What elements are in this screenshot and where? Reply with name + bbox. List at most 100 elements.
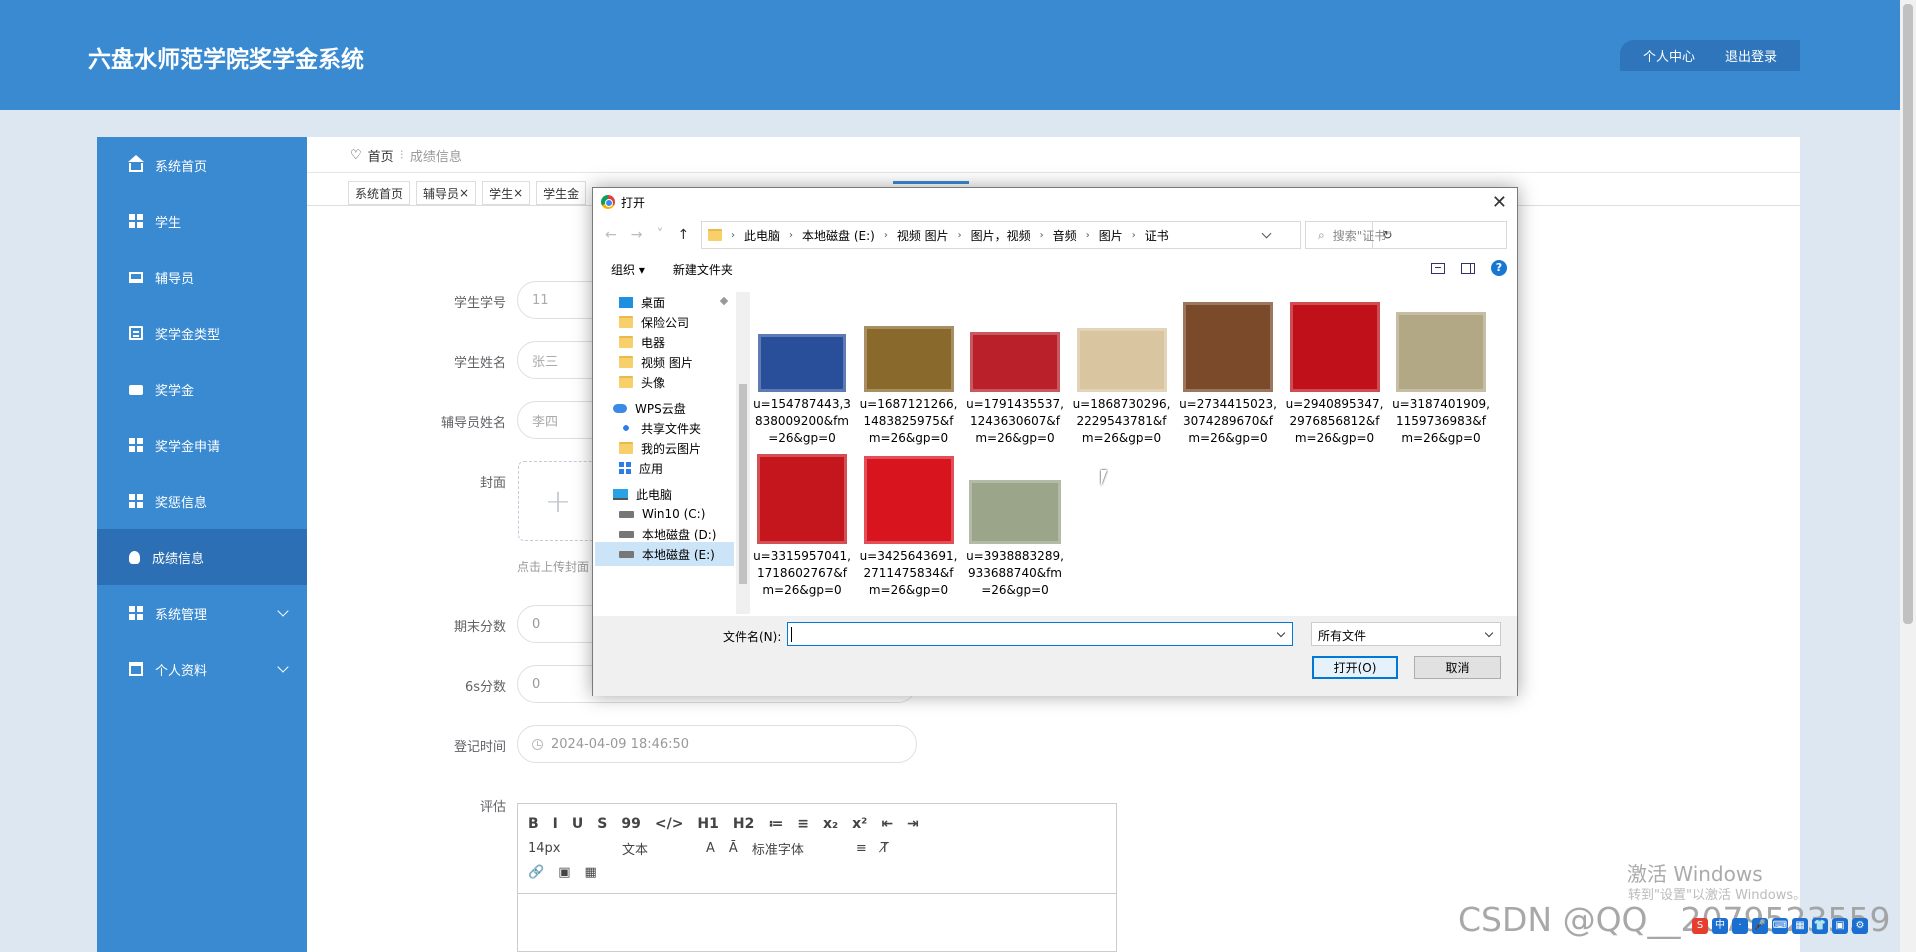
- rich-text-editor[interactable]: B I U S 99 </> H1 H2 ≔ ≡ x₂ x² ⇤ ⇥ 14px 文本 A Ā 标准字体 ≡…: [517, 803, 1117, 952]
- sidebar-item-grades[interactable]: 成绩信息: [97, 529, 307, 585]
- text-type-select[interactable]: 文本: [622, 839, 692, 858]
- tray-icon[interactable]: S: [1692, 918, 1708, 934]
- link-icon[interactable]: 🔗: [528, 865, 544, 880]
- font-family-select[interactable]: 标准字体: [752, 839, 842, 858]
- sidebar-item-home[interactable]: 系统首页: [97, 137, 307, 193]
- italic-button[interactable]: I: [553, 816, 558, 832]
- address-crumb[interactable]: 图片，视频: [971, 227, 1031, 244]
- tree-item[interactable]: 本地磁盘 (E:): [595, 542, 734, 566]
- outdent-button[interactable]: ⇤: [881, 816, 893, 832]
- chevron-down-icon[interactable]: [1261, 228, 1272, 239]
- subscript-button[interactable]: x₂: [823, 816, 838, 832]
- font-size-select[interactable]: 14px: [528, 841, 608, 856]
- file-item[interactable]: u=154787443,3 838009200&fm =26&gp=0: [753, 334, 851, 447]
- filename-input[interactable]: [787, 622, 1293, 646]
- up-icon[interactable]: ↑: [677, 227, 689, 243]
- tree-item[interactable]: 应用: [595, 456, 734, 480]
- tray-icon[interactable]: ⌨: [1772, 918, 1788, 934]
- preview-pane-icon[interactable]: [1461, 262, 1475, 274]
- sidebar-item-profile[interactable]: 个人资料: [97, 641, 307, 697]
- strikethrough-button[interactable]: S: [597, 816, 607, 832]
- file-item[interactable]: u=3938883289, 933688740&fm =26&gp=0: [966, 480, 1064, 599]
- file-item[interactable]: u=3315957041, 1718602767&f m=26&gp=0: [753, 454, 851, 599]
- sidebar-item-scholarship-type[interactable]: 奖学金类型: [97, 305, 307, 361]
- apps-icon: [619, 462, 631, 474]
- sidebar-item-system[interactable]: 系统管理: [97, 585, 307, 641]
- font-color-icon[interactable]: A: [706, 841, 715, 856]
- tray-icon[interactable]: 中: [1712, 918, 1728, 934]
- file-item[interactable]: u=1687121266, 1483825975&f m=26&gp=0: [860, 326, 958, 447]
- address-crumb[interactable]: 此电脑: [744, 227, 780, 244]
- close-icon[interactable]: ×: [459, 186, 469, 200]
- superscript-button[interactable]: x²: [852, 816, 867, 832]
- help-icon[interactable]: ?: [1491, 260, 1507, 276]
- underline-button[interactable]: U: [572, 816, 583, 832]
- back-icon[interactable]: ←: [605, 227, 617, 243]
- file-item[interactable]: u=1791435537, 1243630607&f m=26&gp=0: [966, 332, 1064, 447]
- view-mode-icon[interactable]: [1431, 262, 1445, 274]
- tray-icon[interactable]: ▦: [1792, 918, 1808, 934]
- file-name: u=1868730296,: [1072, 397, 1171, 411]
- forward-icon[interactable]: →: [631, 227, 643, 243]
- organize-button[interactable]: 组织 ▾: [611, 261, 645, 278]
- tree-item[interactable]: 头像: [595, 370, 734, 394]
- page-scrollbar[interactable]: [1900, 0, 1916, 952]
- bullet-list-button[interactable]: ≡: [797, 816, 809, 832]
- sidebar-item-counselor[interactable]: 辅导员: [97, 249, 307, 305]
- tray-icon[interactable]: 🎤: [1752, 918, 1768, 934]
- align-icon[interactable]: ≡: [856, 841, 867, 856]
- new-folder-button[interactable]: 新建文件夹: [673, 261, 733, 278]
- breadcrumb-home[interactable]: 首页: [368, 146, 394, 165]
- tray-icon[interactable]: ·: [1732, 918, 1748, 934]
- sidebar-item-reward-punish[interactable]: 奖惩信息: [97, 473, 307, 529]
- register-time-input[interactable]: 2024-04-09 18:46:50: [517, 725, 917, 763]
- file-item[interactable]: u=2734415023, 3074289670&f m=26&gp=0: [1179, 302, 1277, 447]
- heading1-button[interactable]: H1: [697, 816, 718, 832]
- tab-student[interactable]: 学生 ×: [482, 181, 531, 205]
- file-item[interactable]: u=2940895347, 2976856812&f m=26&gp=0: [1286, 302, 1384, 447]
- close-icon[interactable]: ×: [513, 186, 523, 200]
- video-icon[interactable]: ▦: [584, 865, 596, 880]
- background-color-icon[interactable]: Ā: [729, 841, 738, 856]
- tray-icon[interactable]: ⚙: [1852, 918, 1868, 934]
- image-icon[interactable]: ▣: [558, 865, 570, 880]
- tab-counselor[interactable]: 辅导员 ×: [416, 181, 477, 205]
- address-bar[interactable]: › 此电脑 › 本地磁盘 (E:) › 视频 图片 › 图片，视频 › 音频 › 图片 › 证书 ↻: [701, 221, 1393, 249]
- indent-button[interactable]: ⇥: [907, 816, 919, 832]
- quote-button[interactable]: 99: [621, 816, 640, 832]
- chevron-down-icon[interactable]: [1276, 628, 1286, 638]
- file-item[interactable]: u=1868730296, 2229543781&f m=26&gp=0: [1073, 328, 1171, 447]
- tree-scrollbar[interactable]: [736, 292, 750, 614]
- sidebar-item-student[interactable]: 学生: [97, 193, 307, 249]
- address-crumb[interactable]: 证书: [1145, 227, 1169, 244]
- scrollbar-thumb[interactable]: [1903, 4, 1913, 624]
- address-crumb[interactable]: 图片: [1099, 227, 1123, 244]
- file-item[interactable]: u=3425643691, 2711475834&f m=26&gp=0: [860, 456, 958, 599]
- code-button[interactable]: </>: [655, 816, 684, 832]
- file-item[interactable]: u=3187401909, 1159736983&f m=26&gp=0: [1392, 312, 1490, 447]
- tab-scholarship[interactable]: 学生金: [536, 181, 587, 205]
- address-crumb[interactable]: 音频: [1053, 227, 1077, 244]
- cancel-button[interactable]: 取消: [1414, 656, 1501, 679]
- tray-icon[interactable]: ▣: [1832, 918, 1848, 934]
- tray-icon[interactable]: 👕: [1812, 918, 1828, 934]
- search-input[interactable]: ⌕ 搜索"证书": [1305, 221, 1507, 249]
- grid-icon: [129, 606, 143, 620]
- cover-upload[interactable]: +: [518, 461, 598, 541]
- address-crumb[interactable]: 本地磁盘 (E:): [802, 227, 875, 244]
- recent-icon[interactable]: ˅: [656, 227, 663, 243]
- clear-format-icon[interactable]: T̸: [881, 841, 889, 856]
- sidebar-item-scholarship[interactable]: 奖学金: [97, 361, 307, 417]
- profile-link[interactable]: 个人中心: [1643, 46, 1695, 65]
- logout-link[interactable]: 退出登录: [1725, 46, 1777, 65]
- open-button[interactable]: 打开(O): [1312, 656, 1398, 679]
- sidebar-item-scholarship-apply[interactable]: 奖学金申请: [97, 417, 307, 473]
- bold-button[interactable]: B: [528, 816, 539, 832]
- filetype-select[interactable]: 所有文件: [1311, 622, 1501, 646]
- close-icon[interactable]: ✕: [1492, 192, 1507, 213]
- scrollbar-thumb[interactable]: [739, 384, 747, 584]
- ordered-list-button[interactable]: ≔: [768, 816, 783, 832]
- tab-home[interactable]: 系统首页: [348, 181, 411, 205]
- heading2-button[interactable]: H2: [733, 816, 754, 832]
- address-crumb[interactable]: 视频 图片: [897, 227, 949, 244]
